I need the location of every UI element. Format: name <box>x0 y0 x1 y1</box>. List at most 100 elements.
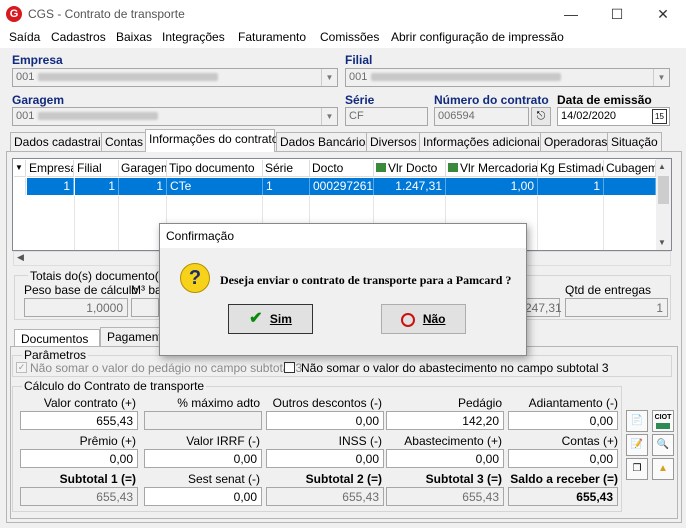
copy-pages-icon[interactable]: ❐ <box>626 458 648 480</box>
monitor-search-icon[interactable]: 🔍 <box>652 434 674 456</box>
filial-select[interactable]: 001 <box>345 68 670 87</box>
menu-integracoes[interactable]: Integrações <box>162 30 225 44</box>
documents-icon[interactable]: 📄 <box>626 410 648 432</box>
checkbox-abastecimento-label: Não somar o valor do abastecimento no ca… <box>301 361 609 375</box>
saldo-receber-field[interactable]: 655,43 <box>508 487 618 506</box>
pedagio-field[interactable]: 142,20 <box>386 411 504 430</box>
tab-dados-cadastrais[interactable]: Dados cadastrais <box>10 132 111 151</box>
tab-informacoes-adicionais[interactable]: Informações adicionais <box>419 132 550 151</box>
grid-cell-vlr-docto[interactable]: 1.247,31 <box>374 178 446 195</box>
sim-button[interactable]: ✔ Sim <box>228 304 313 334</box>
contas-field[interactable]: 0,00 <box>508 449 618 468</box>
contas-label: Contas (+) <box>561 434 618 448</box>
menu-faturamento[interactable]: Faturamento <box>238 30 306 44</box>
tab-situacao[interactable]: Situação <box>607 132 662 151</box>
ciot-icon[interactable]: CIOT <box>652 410 674 432</box>
garagem-select[interactable]: 001 <box>12 107 338 126</box>
numero-contrato-field[interactable]: 006594 <box>434 107 529 126</box>
peso-base-field[interactable]: 1,0000 <box>24 298 128 317</box>
minimize-button[interactable]: — <box>548 0 594 28</box>
inss-field[interactable]: 0,00 <box>266 449 384 468</box>
checkbox-pedagio-label: Não somar o valor do pedágio no campo su… <box>30 361 303 375</box>
row-indicator-icon: ▼ <box>14 160 26 177</box>
grid-header-tipo-documento[interactable]: Tipo documento <box>167 160 263 177</box>
grid-header-garagem[interactable]: Garagem <box>119 160 167 177</box>
inss-label: INSS (-) <box>338 434 382 448</box>
qtd-entregas-field[interactable]: 1 <box>565 298 668 317</box>
serie-field[interactable]: CF <box>345 107 428 126</box>
calendar-icon[interactable]: 15 <box>652 109 667 124</box>
garagem-label: Garagem <box>12 93 65 107</box>
scroll-down-icon[interactable]: ▼ <box>658 238 666 247</box>
grid-cell-kg-estimado[interactable]: 1 <box>538 178 604 195</box>
menu-cadastros[interactable]: Cadastros <box>51 30 106 44</box>
grid-cell-docto[interactable]: 000297261 <box>310 178 374 195</box>
subtab-pagamento[interactable]: Pagamento <box>100 327 168 346</box>
tab-dados-bancarios[interactable]: Dados Bancários <box>276 132 376 151</box>
premio-field[interactable]: 0,00 <box>20 449 138 468</box>
triangle-chart-icon[interactable]: ▲ <box>652 458 674 480</box>
grid-cell-garagem[interactable]: 1 <box>119 178 167 195</box>
percent-maximo-adto-field[interactable] <box>144 411 262 430</box>
chevron-down-icon[interactable]: ▼ <box>321 108 337 125</box>
grid-header-cubagem[interactable]: Cubagem <box>604 160 656 177</box>
adiantamento-label: Adiantamento (-) <box>528 396 618 410</box>
grid-header-vlr-mercadoria[interactable]: Vlr Mercadoria <box>446 160 538 177</box>
premio-label: Prêmio (+) <box>79 434 136 448</box>
grid-cell-empresa[interactable]: 1 <box>27 178 74 195</box>
grid-divider <box>537 196 538 250</box>
adiantamento-field[interactable]: 0,00 <box>508 411 618 430</box>
grid-cell-vlr-mercadoria[interactable]: 1,00 <box>446 178 538 195</box>
tab-diversos[interactable]: Diversos <box>366 132 421 151</box>
vertical-scrollbar[interactable] <box>656 159 671 250</box>
m3-field[interactable] <box>131 298 159 317</box>
maximize-button[interactable]: ☐ <box>594 0 640 28</box>
grid-header-vlr-docto[interactable]: Vlr Docto <box>374 160 446 177</box>
checkbox-nao-somar-pedagio[interactable]: ✓ <box>16 362 27 373</box>
serie-label: Série <box>345 93 375 107</box>
chevron-down-icon[interactable]: ▼ <box>653 69 669 86</box>
grid-header-filial[interactable]: Filial <box>75 160 119 177</box>
valor-irrf-field[interactable]: 0,00 <box>144 449 262 468</box>
menu-baixas[interactable]: Baixas <box>116 30 152 44</box>
empresa-select[interactable]: 001 <box>12 68 338 87</box>
calculator-icon[interactable]: 📝 <box>626 434 648 456</box>
grid-header-serie[interactable]: Série <box>263 160 310 177</box>
subtab-documentos[interactable]: Documentos <box>14 329 100 346</box>
subtotal1-label: Subtotal 1 (=) <box>59 472 136 486</box>
nao-button[interactable]: Não <box>381 304 466 334</box>
grid-cell-serie[interactable]: 1 <box>263 178 310 195</box>
valor-contrato-field[interactable]: 655,43 <box>20 411 138 430</box>
subtotal2-field[interactable]: 655,43 <box>266 487 384 506</box>
grid-cell-cubagem[interactable] <box>604 178 656 195</box>
grid-cell-filial[interactable]: 1 <box>75 178 119 195</box>
outros-descontos-field[interactable]: 0,00 <box>266 411 384 430</box>
scroll-up-icon[interactable]: ▲ <box>658 162 666 171</box>
close-window-button[interactable]: ✕ <box>640 0 686 28</box>
menu-comissoes[interactable]: Comissões <box>320 30 379 44</box>
chevron-down-icon[interactable]: ▼ <box>321 69 337 86</box>
grid-header-docto[interactable]: Docto <box>310 160 374 177</box>
tab-informacoes-contrato[interactable]: Informações do contrato <box>145 129 278 152</box>
subtotal1-field[interactable]: 655,43 <box>20 487 138 506</box>
grid-header-empresa[interactable]: Empresa <box>27 160 74 177</box>
abastecimento-field[interactable]: 0,00 <box>386 449 504 468</box>
tab-operadoras[interactable]: Operadoras <box>540 132 612 151</box>
pedagio-label: Pedágio <box>457 396 502 410</box>
row-indicator <box>14 178 26 195</box>
scrollbar-thumb[interactable] <box>658 176 669 204</box>
money-icon <box>448 163 458 172</box>
scroll-left-icon[interactable]: ◀ <box>17 252 24 263</box>
sest-senat-field[interactable]: 0,00 <box>144 487 262 506</box>
saldo-receber-label: Saldo a receber (=) <box>510 472 618 486</box>
tab-contas[interactable]: Contas <box>101 132 148 151</box>
grid-header-kg-estimado[interactable]: Kg Estimado <box>538 160 604 177</box>
grid-cell-tipo-documento[interactable]: CTe <box>167 178 263 195</box>
menu-saida[interactable]: Saída <box>9 30 40 44</box>
checkbox-nao-somar-abastecimento[interactable] <box>284 362 295 373</box>
binoculars-search-icon[interactable]: ⎋ <box>531 107 551 126</box>
grid-divider <box>603 196 604 250</box>
calc-label: Cálculo do Contrato de transporte <box>22 379 207 393</box>
subtotal3-field[interactable]: 655,43 <box>386 487 504 506</box>
menu-configuracao-impressao[interactable]: Abrir configuração de impressão <box>391 30 564 44</box>
